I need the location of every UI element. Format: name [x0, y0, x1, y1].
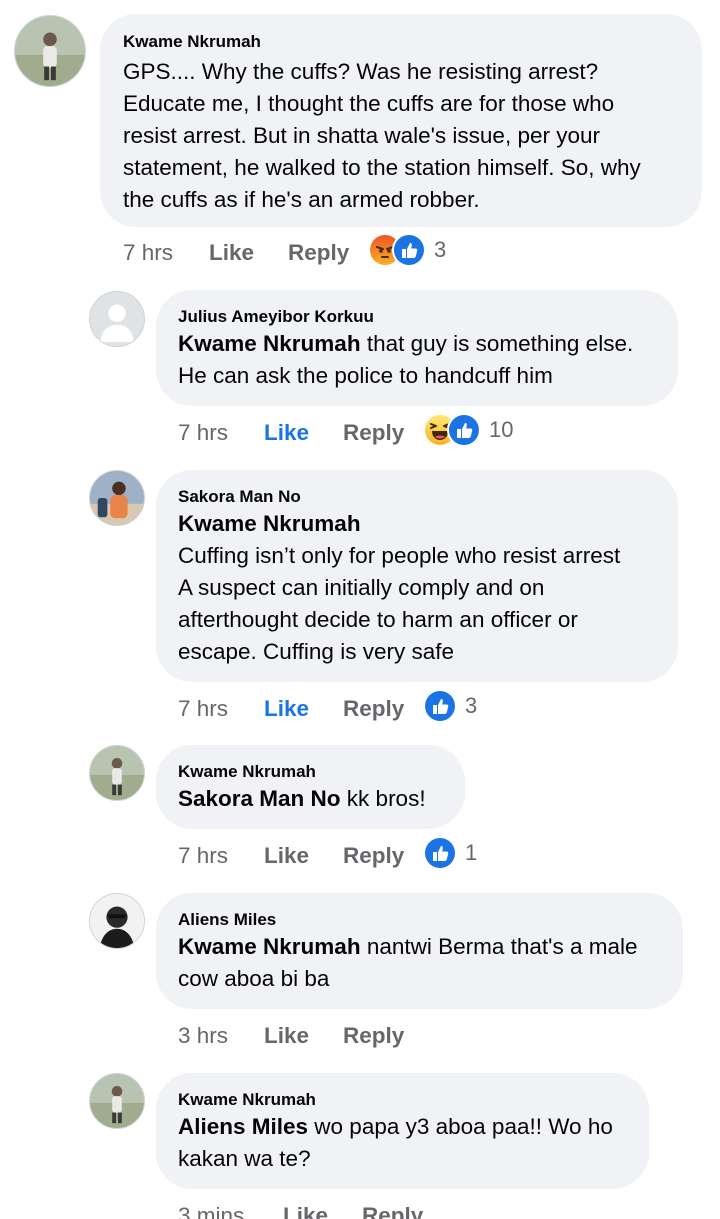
comment-line: kakan wa te? — [178, 1146, 311, 1171]
comment-timestamp[interactable]: 7 hrs — [123, 240, 173, 266]
like-button[interactable]: Like — [283, 1203, 328, 1219]
like-button[interactable]: Like — [264, 420, 309, 446]
comment-bubble: Julius Ameyibor Korkuu Kwame Nkrumah tha… — [156, 290, 678, 406]
comment-line: GPS.... Why the cuffs? Was he resisting … — [123, 59, 599, 84]
reply-button[interactable]: Reply — [362, 1203, 423, 1219]
comment-thread: Kwame Nkrumah GPS.... Why the cuffs? Was… — [0, 0, 720, 1219]
like-icon — [392, 233, 426, 267]
comment-line: kk bros! — [340, 786, 426, 811]
comment-line: Cuffing isn’t only for people who resist… — [178, 543, 621, 568]
comment-text: Aliens Miles wo papa y3 aboa paa!! Wo ho… — [178, 1111, 613, 1175]
comment-text: Kwame Nkrumah that guy is something else… — [178, 328, 633, 392]
comment-line: escape. Cuffing is very safe — [178, 639, 454, 664]
comment-bubble: Kwame Nkrumah Aliens Miles wo papa y3 ab… — [156, 1073, 649, 1189]
comment-text: Sakora Man No kk bros! — [178, 783, 426, 815]
reaction-summary[interactable]: 1 — [423, 836, 477, 870]
comment-timestamp[interactable]: 7 hrs — [178, 420, 228, 446]
comment-bubble: Aliens Miles Kwame Nkrumah nantwi Berma … — [156, 893, 683, 1009]
avatar[interactable] — [89, 1073, 145, 1129]
comment-timestamp[interactable]: 7 hrs — [178, 696, 228, 722]
comment-bubble: Kwame Nkrumah GPS.... Why the cuffs? Was… — [100, 14, 702, 227]
comment-timestamp[interactable]: 3 mins — [178, 1203, 244, 1219]
comment-author[interactable]: Kwame Nkrumah — [123, 32, 261, 52]
avatar[interactable] — [89, 291, 145, 347]
comment-line: A suspect can initially comply and on — [178, 575, 545, 600]
comment-line: resist arrest. But in shatta wale's issu… — [123, 123, 600, 148]
like-button[interactable]: Like — [264, 696, 309, 722]
comment-line: statement, he walked to the station hims… — [123, 155, 641, 180]
reaction-summary[interactable]: 10 — [423, 413, 513, 447]
reaction-count: 3 — [434, 237, 447, 262]
reaction-summary[interactable]: 3 — [423, 689, 477, 723]
like-icon — [423, 689, 457, 723]
like-icon — [447, 413, 481, 447]
comment-author[interactable]: Kwame Nkrumah — [178, 762, 316, 782]
like-icon — [423, 836, 457, 870]
reply-button[interactable]: Reply — [343, 1023, 404, 1049]
mention-link[interactable]: Kwame Nkrumah — [178, 934, 361, 959]
comment-bubble: Sakora Man No Kwame Nkrumah Cuffing isn’… — [156, 470, 678, 682]
comment-line: Educate me, I thought the cuffs are for … — [123, 91, 615, 116]
comment-author[interactable]: Aliens Miles — [178, 910, 276, 930]
comment-text: GPS.... Why the cuffs? Was he resisting … — [123, 56, 641, 216]
reply-button[interactable]: Reply — [343, 696, 404, 722]
comment-line: that guy is something else. — [360, 331, 634, 356]
comment-text: Kwame Nkrumah nantwi Berma that's a male… — [178, 931, 637, 995]
avatar[interactable] — [89, 470, 145, 526]
comment-author[interactable]: Julius Ameyibor Korkuu — [178, 307, 374, 327]
like-button[interactable]: Like — [209, 240, 254, 266]
comment-line: He can ask the police to handcuff him — [178, 363, 553, 388]
comment-timestamp[interactable]: 3 hrs — [178, 1023, 228, 1049]
reaction-count: 3 — [465, 693, 478, 718]
comment-line: afterthought decide to harm an officer o… — [178, 607, 578, 632]
mention-link[interactable]: Kwame Nkrumah — [178, 508, 620, 540]
like-button[interactable]: Like — [264, 1023, 309, 1049]
like-button[interactable]: Like — [264, 843, 309, 869]
comment-bubble: Kwame Nkrumah Sakora Man No kk bros! — [156, 745, 465, 829]
comment-line: cow aboa bi ba — [178, 966, 330, 991]
comment-author[interactable]: Sakora Man No — [178, 487, 301, 507]
avatar[interactable] — [89, 745, 145, 801]
reply-button[interactable]: Reply — [343, 420, 404, 446]
reaction-count: 1 — [465, 840, 478, 865]
comment-line: wo papa y3 aboa paa!! Wo ho — [308, 1114, 613, 1139]
mention-link[interactable]: Kwame Nkrumah — [178, 331, 361, 356]
comment-line: nantwi Berma that's a male — [360, 934, 638, 959]
avatar[interactable] — [89, 893, 145, 949]
comment-author[interactable]: Kwame Nkrumah — [178, 1090, 316, 1110]
comment-timestamp[interactable]: 7 hrs — [178, 843, 228, 869]
avatar[interactable] — [14, 15, 86, 87]
mention-link[interactable]: Sakora Man No — [178, 786, 341, 811]
reply-button[interactable]: Reply — [343, 843, 404, 869]
reply-button[interactable]: Reply — [288, 240, 349, 266]
mention-link[interactable]: Aliens Miles — [178, 1114, 308, 1139]
reaction-count: 10 — [489, 417, 514, 442]
comment-line: the cuffs as if he's an armed robber. — [123, 187, 480, 212]
comment-text: Kwame Nkrumah Cuffing isn’t only for peo… — [178, 508, 620, 668]
reaction-summary[interactable]: 3 — [368, 233, 446, 267]
